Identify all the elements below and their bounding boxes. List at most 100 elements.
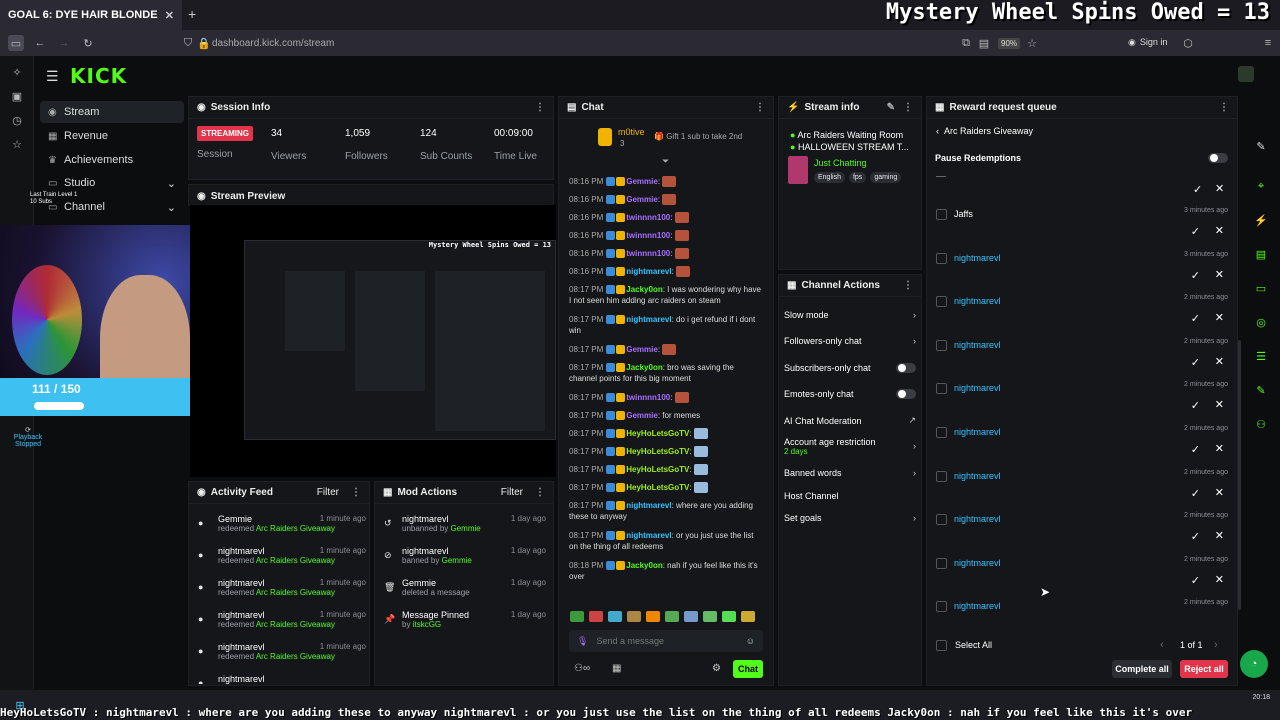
- complete-all-button[interactable]: Complete all: [1112, 660, 1172, 678]
- close-icon[interactable]: ✕: [1215, 442, 1224, 455]
- filter-button[interactable]: Filter: [317, 487, 339, 498]
- set-goals-item[interactable]: Set goals ›: [784, 513, 916, 523]
- wrench-icon[interactable]: ✎: [1253, 382, 1269, 398]
- message-user[interactable]: nightmarevl: [626, 501, 671, 510]
- host-channel-item[interactable]: Host Channel: [784, 491, 916, 501]
- emote-icon[interactable]: [608, 611, 622, 622]
- bookmarks-icon[interactable]: ☆: [9, 136, 25, 152]
- check-icon[interactable]: ✓: [1191, 443, 1200, 456]
- request-checkbox[interactable]: [936, 209, 947, 220]
- mic-icon[interactable]: 🎙: [577, 636, 588, 647]
- tag[interactable]: gaming: [870, 172, 902, 183]
- notes-icon[interactable]: ▤: [1253, 246, 1269, 262]
- request-checkbox[interactable]: [936, 470, 947, 482]
- broadcast-icon[interactable]: ◎: [1253, 314, 1269, 330]
- message-user[interactable]: twinnnn100: [626, 213, 670, 222]
- request-user[interactable]: nightmarevl: [954, 253, 1001, 263]
- message-user[interactable]: Gemmie: [626, 345, 658, 354]
- message-user[interactable]: Gemmie: [626, 177, 658, 186]
- support-chat-icon[interactable]: ◔: [1240, 650, 1268, 678]
- request-user[interactable]: nightmarevl: [954, 340, 1001, 350]
- emote-icon[interactable]: [627, 611, 641, 622]
- message-user[interactable]: HeyHoLetsGoTV: [626, 447, 689, 456]
- close-icon[interactable]: ✕: [1215, 529, 1224, 542]
- close-icon[interactable]: ✕: [1215, 486, 1224, 499]
- reject-all-button[interactable]: Reject all: [1180, 660, 1228, 678]
- check-icon[interactable]: ✓: [1191, 312, 1200, 325]
- message-user[interactable]: Jacky0on: [626, 363, 662, 372]
- more-icon[interactable]: ⋮: [535, 102, 545, 113]
- tag[interactable]: English: [814, 172, 845, 183]
- request-checkbox[interactable]: [936, 339, 947, 351]
- check-icon[interactable]: ✓: [1191, 269, 1200, 282]
- check-icon[interactable]: ✓: [1193, 183, 1202, 196]
- request-user[interactable]: nightmarevl: [954, 471, 1001, 481]
- message-user[interactable]: HeyHoLetsGoTV: [626, 483, 689, 492]
- emote-icon[interactable]: [570, 611, 584, 622]
- close-icon[interactable]: ✕: [1215, 398, 1224, 411]
- check-icon[interactable]: ✓: [1191, 399, 1200, 412]
- ai-icon[interactable]: ✧: [9, 64, 25, 80]
- sidebar-toggle-icon[interactable]: ▭: [8, 35, 24, 51]
- check-icon[interactable]: ✓: [1191, 225, 1200, 238]
- close-icon[interactable]: ✕: [1215, 355, 1224, 368]
- scroll-pin-icon[interactable]: ⏷: [662, 156, 669, 167]
- emote-icon[interactable]: [646, 611, 660, 622]
- message-user[interactable]: twinnnn100: [626, 393, 670, 402]
- message-user[interactable]: nightmarevl: [626, 267, 671, 276]
- pause-redemptions-toggle[interactable]: [1208, 153, 1228, 163]
- emotes-only-toggle[interactable]: [896, 389, 916, 399]
- request-checkbox[interactable]: [936, 427, 947, 438]
- tag[interactable]: fps: [848, 172, 867, 183]
- zoom-badge[interactable]: 90%: [998, 38, 1021, 49]
- message-user[interactable]: Gemmie: [626, 195, 658, 204]
- message-user[interactable]: nightmarevl: [626, 315, 671, 324]
- more-icon[interactable]: ⋮: [903, 280, 913, 291]
- address-bar[interactable]: ⛉ 🔒 dashboard.kick.com/stream: [180, 34, 1000, 52]
- followers-only-item[interactable]: Followers-only chat ›: [784, 336, 916, 346]
- sign-in-button[interactable]: ◉ Sign in: [1128, 37, 1167, 48]
- request-user[interactable]: nightmarevl: [954, 296, 1001, 306]
- emoji-icon[interactable]: ☺: [746, 636, 755, 646]
- edit-icon[interactable]: ✎: [1253, 138, 1269, 154]
- request-user[interactable]: nightmarevl: [954, 427, 1001, 437]
- request-user[interactable]: nightmarevl: [954, 558, 1001, 568]
- sidebar-item-achievements[interactable]: ♛ Achievements: [40, 149, 184, 171]
- category-label[interactable]: Just Chatting: [814, 158, 867, 168]
- menu-icon[interactable]: ≡: [1260, 35, 1276, 51]
- request-checkbox[interactable]: [936, 557, 947, 569]
- sidebar-item-revenue[interactable]: ▦ Revenue: [40, 125, 184, 147]
- close-icon[interactable]: ✕: [1215, 268, 1224, 281]
- scrollbar[interactable]: [1238, 340, 1241, 610]
- sidebar-item-stream[interactable]: ◉ Stream: [40, 101, 184, 123]
- close-icon[interactable]: ✕: [1215, 224, 1224, 237]
- more-icon[interactable]: ⋮: [535, 487, 545, 498]
- users-icon[interactable]: ⚇∞: [574, 663, 590, 674]
- emote-icon[interactable]: [703, 611, 717, 622]
- kick-logo[interactable]: KICK: [70, 64, 127, 88]
- sidebar-item-studio[interactable]: ▭ Studio ⌄: [40, 172, 184, 194]
- check-icon[interactable]: ✓: [1191, 356, 1200, 369]
- new-tab-icon[interactable]: +: [188, 6, 196, 22]
- banned-words-item[interactable]: Banned words ›: [784, 468, 916, 478]
- close-icon[interactable]: ✕: [1215, 573, 1224, 586]
- select-all-checkbox[interactable]: [936, 640, 947, 651]
- emote-icon[interactable]: [665, 611, 679, 622]
- check-icon[interactable]: ✓: [1191, 530, 1200, 543]
- message-user[interactable]: Jacky0on: [626, 561, 662, 570]
- request-user[interactable]: nightmarevl: [954, 601, 1001, 611]
- chat-bubble-icon[interactable]: ▭: [1253, 280, 1269, 296]
- prev-page-icon[interactable]: ‹: [1160, 639, 1164, 651]
- message-user[interactable]: HeyHoLetsGoTV: [626, 429, 689, 438]
- next-page-icon[interactable]: ›: [1214, 639, 1218, 651]
- message-user[interactable]: twinnnn100: [626, 249, 670, 258]
- users-icon[interactable]: ⚇: [1253, 416, 1269, 432]
- bookmark-star-icon[interactable]: ☆: [1024, 35, 1040, 51]
- reader-icon[interactable]: ▤: [976, 35, 992, 51]
- back-link[interactable]: ‹ Arc Raiders Giveaway: [936, 126, 1033, 136]
- store-icon[interactable]: ▦: [612, 663, 621, 674]
- screenshot-icon[interactable]: ⧉: [958, 35, 974, 51]
- settings-icon[interactable]: ⚙: [712, 663, 721, 674]
- list-icon[interactable]: ☰: [1253, 348, 1269, 364]
- subscribers-only-toggle[interactable]: [896, 363, 916, 373]
